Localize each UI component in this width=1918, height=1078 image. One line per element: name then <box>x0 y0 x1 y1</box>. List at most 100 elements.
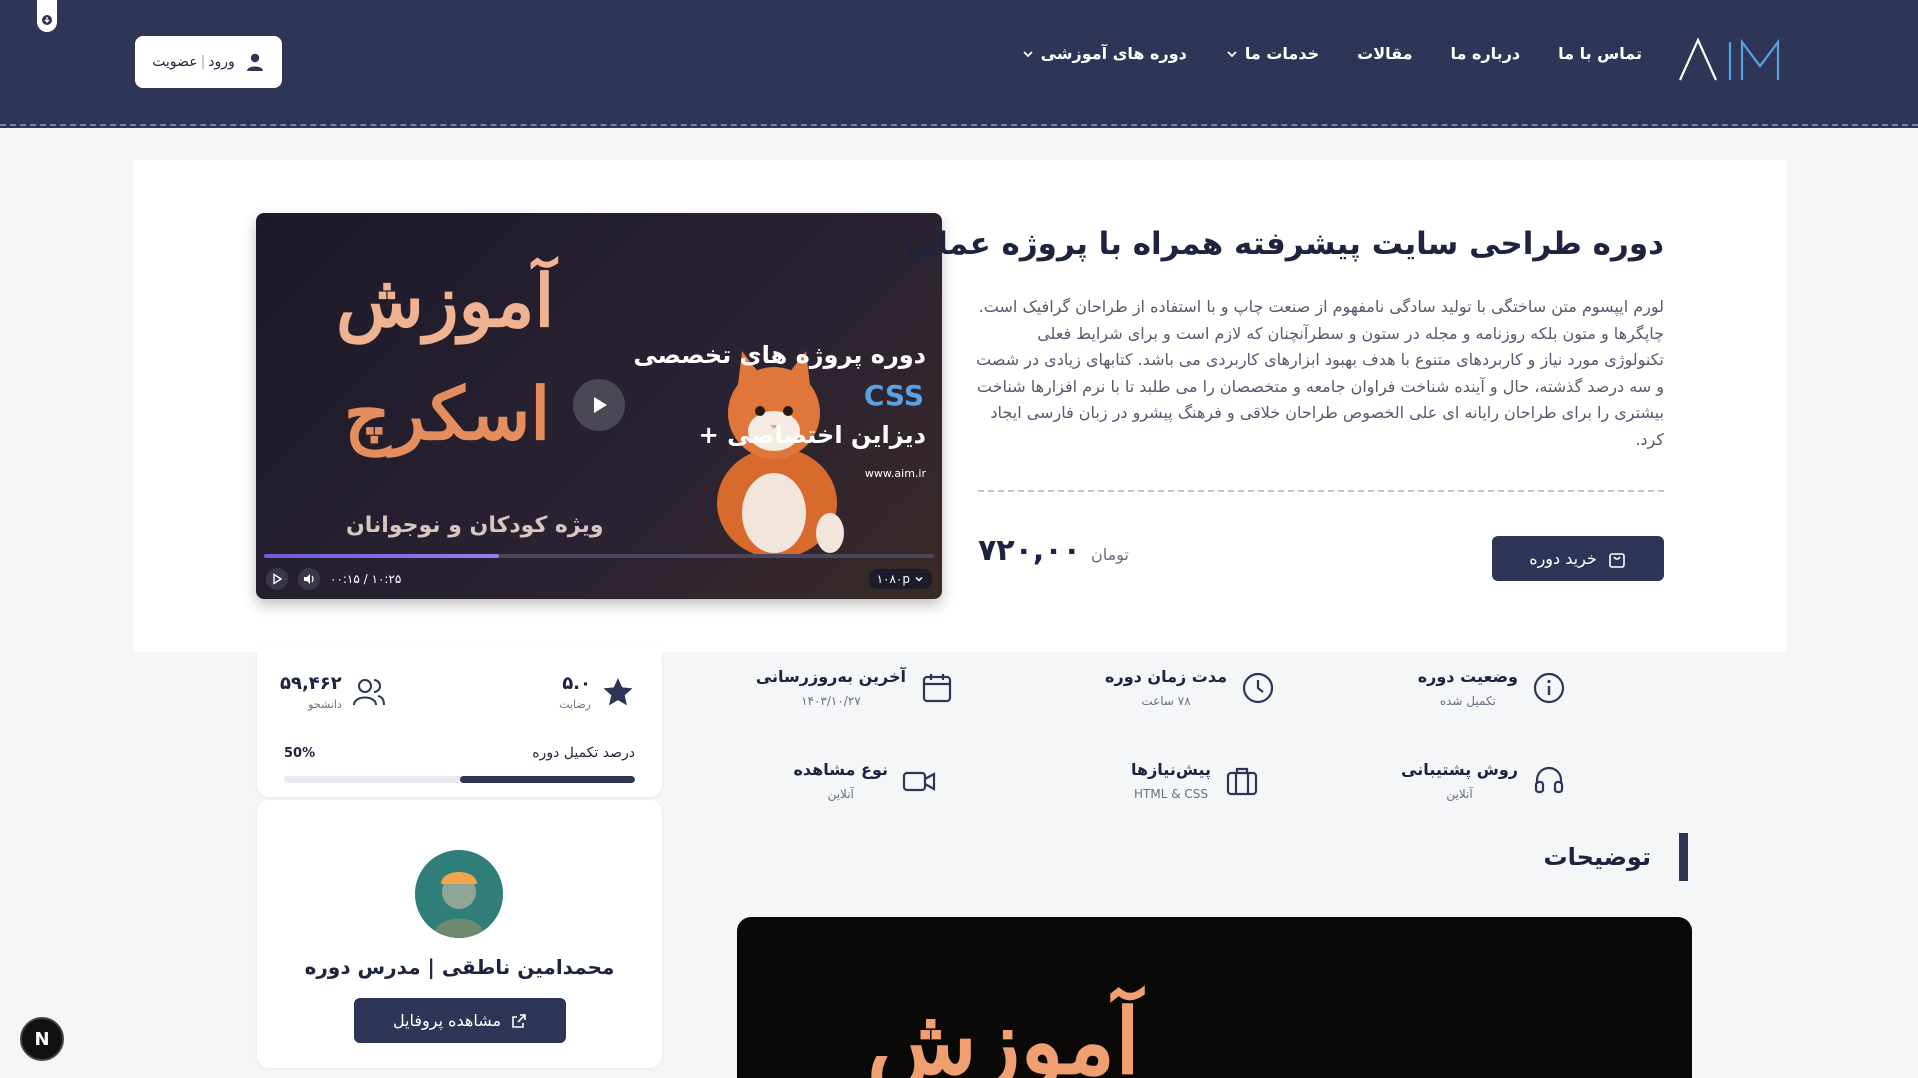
info-duration-title: مدت زمان دوره <box>1105 667 1227 686</box>
headset-icon <box>1534 766 1564 793</box>
video-time: ۰۰:۱۵ / ۱۰:۲۵ <box>330 572 402 586</box>
video-controls: ۰۰:۱۵ / ۱۰:۲۵ ۱۰۸۰p <box>256 559 942 599</box>
course-price: ۷۲۰,۰۰ <box>978 533 1081 568</box>
video-play-button[interactable] <box>573 379 625 431</box>
video-player[interactable]: آموزش اسکرچ ویژه کودکان و نوجوانان دوره … <box>256 213 942 599</box>
nav-articles-label: مقالات <box>1357 44 1413 63</box>
view-profile-label: مشاهده پروفایل <box>392 1011 502 1030</box>
calendar-icon <box>922 673 952 702</box>
chevron-down-icon <box>1022 50 1033 57</box>
info-duration-value: ۷۸ ساعت <box>1141 694 1191 708</box>
nav-articles[interactable]: مقالات <box>1357 44 1412 63</box>
play-icon <box>273 573 283 585</box>
main-nav: دوره های آموزشی خدمات ما مقالات درباره م… <box>1021 44 1642 63</box>
info-last-update: آخرین به‌روزرسانی ۱۴۰۳/۱۰/۲۷ <box>756 667 954 708</box>
info-view-type-title: نوع مشاهده <box>793 760 888 779</box>
avatar <box>415 850 503 938</box>
nav-courses[interactable]: دوره های آموزشی <box>1021 44 1187 63</box>
info-duration: مدت زمان دوره ۷۸ ساعت <box>1105 667 1275 708</box>
currency-label: تومان <box>1090 545 1129 564</box>
video-thumb-title-1: آموزش <box>336 258 555 343</box>
description-video-thumb-text: آموزش <box>867 989 1141 1078</box>
info-prerequisites-title: پیش‌نیازها <box>1130 760 1211 779</box>
info-prerequisites: پیش‌نیازها HTML & CSS <box>1131 760 1259 801</box>
register-label: عضویت <box>152 54 198 70</box>
info-support: روش پشتیبانی آنلاین <box>1401 760 1566 801</box>
video-camera-icon <box>902 771 936 791</box>
nav-contact-label: تماس با ما <box>1558 44 1642 63</box>
description-heading: توضیحات <box>1544 833 1688 881</box>
info-course-status-title: وضعیت دوره <box>1417 667 1518 686</box>
description-video[interactable]: آموزش <box>737 917 1692 1078</box>
video-thumb-right-1: دوره پروژه های تخصصی <box>633 341 926 369</box>
chevron-down-icon <box>915 576 923 582</box>
nav-services[interactable]: خدمات ما <box>1225 44 1319 63</box>
course-description: لورم ایپسوم متن ساختگی با تولید سادگی نا… <box>976 297 1664 449</box>
login-register-button[interactable]: ورود|عضویت <box>135 36 282 88</box>
rating-stat: ۵.۰ رضایت <box>559 673 635 711</box>
description-heading-text: توضیحات <box>1543 843 1651 871</box>
user-icon <box>246 53 263 71</box>
description-divider <box>978 490 1664 492</box>
aim-logo[interactable] <box>1676 36 1782 84</box>
video-thumb-url: www.aim.ir <box>864 467 926 480</box>
play-icon <box>594 397 607 413</box>
pin-icon[interactable] <box>34 0 60 34</box>
info-last-update-title: آخرین به‌روزرسانی <box>755 667 906 686</box>
briefcase-icon <box>1226 767 1258 795</box>
header-divider <box>0 124 1918 128</box>
info-view-type: نوع مشاهده آنلاین <box>793 760 936 801</box>
video-thumb-right-3: دیزاین اختصاصی + <box>698 421 926 449</box>
info-last-update-value: ۱۴۰۳/۱۰/۲۷ <box>801 694 861 708</box>
video-quality-select[interactable]: ۱۰۸۰p <box>868 569 932 589</box>
info-circle-icon <box>1533 672 1565 703</box>
clock-icon <box>1242 672 1274 703</box>
buy-course-label: خرید دوره <box>1529 549 1597 568</box>
course-stats-card: ۵۹,۴۶۲ دانشجو ۵.۰ رضایت درصد تکمیل دوره … <box>257 645 662 797</box>
video-progress-fill <box>264 554 499 558</box>
completion-percent: 50% <box>284 746 316 761</box>
rating-value: ۵.۰ <box>562 673 591 694</box>
site-header: ورود|عضویت دوره های آموزشی خدمات ما مقال… <box>0 0 1918 128</box>
video-quality-label: ۱۰۸۰p <box>876 572 910 586</box>
info-course-status: وضعیت دوره تکمیل شده <box>1418 667 1566 708</box>
nav-contact[interactable]: تماس با ما <box>1558 44 1642 63</box>
video-thumb-right-2: CSS <box>863 379 924 412</box>
info-view-type-value: آنلاین <box>827 787 854 801</box>
nav-about-label: درباره ما <box>1450 44 1521 63</box>
dev-tools-badge[interactable]: N <box>20 1017 64 1061</box>
chevron-down-icon <box>1227 50 1237 57</box>
video-volume-button[interactable] <box>298 568 320 590</box>
video-thumb-subtitle: ویژه کودکان و نوجوانان <box>346 513 604 538</box>
teacher-name: محمدامین ناطقی | مدرس دوره <box>304 955 615 979</box>
students-value: ۵۹,۴۶۲ <box>280 673 342 694</box>
course-title: دوره طراحی سایت پیشرفته همراه با پروژه ع… <box>904 226 1664 262</box>
video-thumb-title-2: اسکرچ <box>344 371 551 456</box>
info-support-value: آنلاین <box>1446 787 1473 801</box>
video-play-small-button[interactable] <box>266 568 288 590</box>
buy-course-button[interactable]: خرید دوره <box>1492 536 1664 581</box>
nav-services-label: خدمات ما <box>1244 44 1320 63</box>
students-label: دانشجو <box>308 698 342 711</box>
info-course-status-value: تکمیل شده <box>1439 694 1496 708</box>
description-heading-bar <box>1679 833 1688 881</box>
nav-courses-label: دوره های آموزشی <box>1040 44 1187 63</box>
completion-progress-fill <box>459 776 635 783</box>
login-separator: | <box>200 54 206 70</box>
nav-about[interactable]: درباره ما <box>1451 44 1521 63</box>
info-prerequisites-value: HTML & CSS <box>1133 787 1208 801</box>
completion-progress-bar <box>284 776 635 783</box>
users-icon <box>352 679 385 706</box>
info-support-title: روش پشتیبانی <box>1401 760 1518 779</box>
external-link-icon <box>512 1013 526 1028</box>
rating-label: رضایت <box>559 698 591 711</box>
volume-icon <box>304 574 314 584</box>
star-icon <box>603 678 633 706</box>
teacher-card: محمدامین ناطقی | مدرس دوره مشاهده پروفای… <box>257 800 662 1068</box>
students-stat: ۵۹,۴۶۲ دانشجو <box>280 673 386 711</box>
login-label: ورود <box>208 54 235 70</box>
shopping-bag-icon <box>1609 552 1625 568</box>
video-progress-bar[interactable] <box>264 554 934 558</box>
price-block: ۷۲۰,۰۰ تومان <box>978 533 1129 568</box>
view-profile-button[interactable]: مشاهده پروفایل <box>354 998 566 1043</box>
